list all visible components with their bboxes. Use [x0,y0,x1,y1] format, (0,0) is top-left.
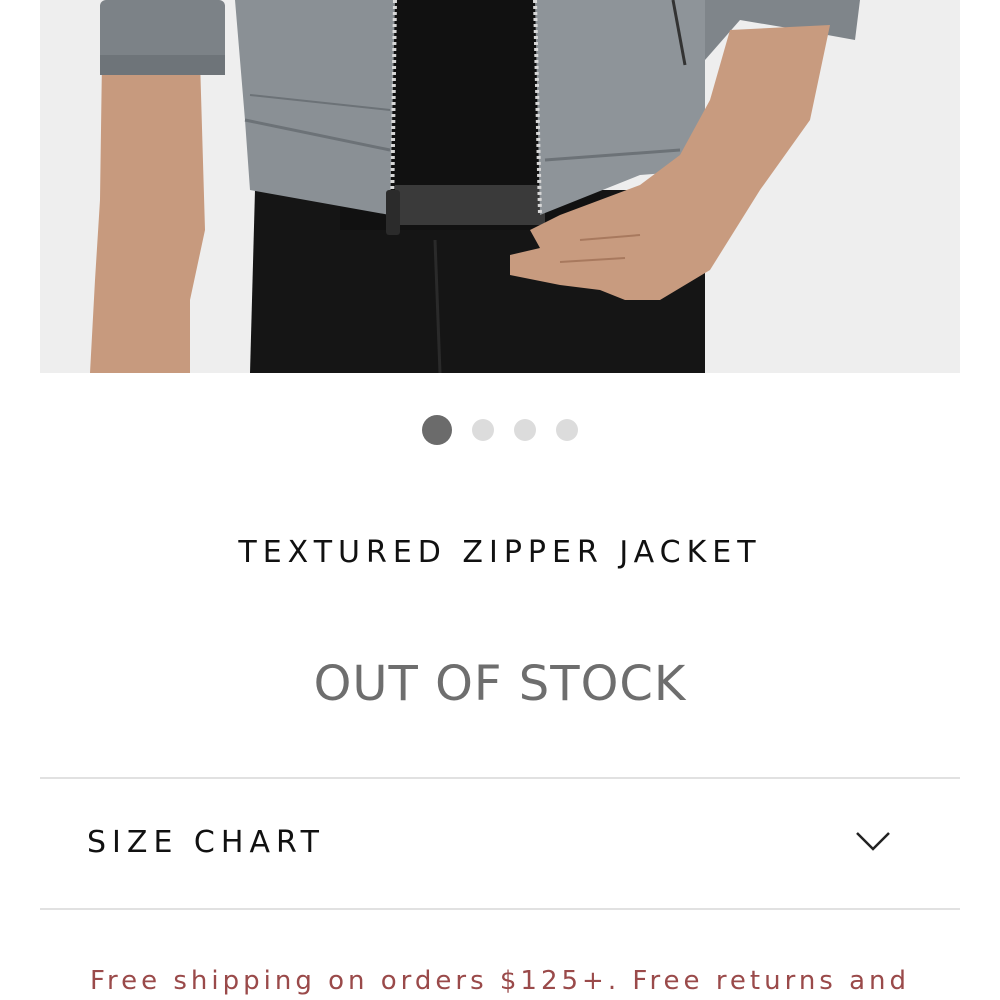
product-page: TEXTURED ZIPPER JACKET OUT OF STOCK SIZE… [0,0,1000,1000]
chevron-down-icon[interactable] [855,829,891,853]
carousel-dot-4[interactable] [556,419,578,441]
product-title: TEXTURED ZIPPER JACKET [238,535,762,570]
product-photo-illustration [40,0,960,373]
shipping-promo-text: Free shipping on orders $125+. Free retu… [89,966,911,996]
carousel-dot-3[interactable] [514,419,536,441]
stock-status: OUT OF STOCK [313,656,687,712]
divider [40,908,960,910]
carousel-dot-1[interactable] [422,415,452,445]
product-image[interactable] [40,0,960,373]
size-chart-label: SIZE CHART [87,825,325,860]
carousel-dot-2[interactable] [472,419,494,441]
image-carousel-dots [0,415,1000,445]
size-chart-accordion[interactable]: SIZE CHART [40,779,960,908]
